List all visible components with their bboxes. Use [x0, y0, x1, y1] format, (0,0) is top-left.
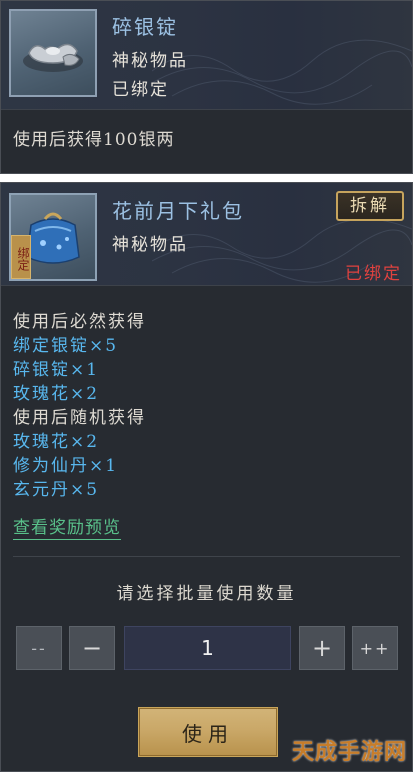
silver-ingot-icon	[23, 43, 83, 72]
item-type: 神秘物品	[112, 51, 188, 71]
item-tooltip-silver-ingot: 碎银锭 神秘物品 已绑定 使用后获得100银两	[0, 0, 413, 174]
item-bound-status: 已绑定	[112, 80, 169, 100]
batch-use-prompt: 请选择批量使用数量	[116, 584, 297, 604]
item-description: 使用后获得100银两	[13, 130, 175, 150]
decrease-1-button[interactable]: −	[69, 626, 115, 670]
reward-line: 修为仙丹×1	[13, 456, 119, 476]
reward-line: 碎银锭×1	[13, 360, 100, 380]
item-icon-frame: 绑定	[9, 193, 97, 281]
increase-1-button[interactable]: +	[299, 626, 345, 670]
reward-line: 玫瑰花×2	[13, 432, 100, 452]
reward-line: 使用后必然获得	[13, 312, 146, 332]
site-watermark: 天成手游网	[291, 740, 407, 765]
split-button[interactable]: 拆解	[336, 191, 404, 221]
reward-line: 使用后随机获得	[13, 408, 146, 428]
divider	[13, 556, 400, 557]
item-bound-status: 已绑定	[345, 264, 402, 284]
reward-preview-link[interactable]: 查看奖励预览	[13, 517, 121, 540]
reward-line: 绑定银锭×5	[13, 336, 119, 356]
item-name: 碎银锭	[112, 15, 178, 39]
decrease-10-button[interactable]: --	[16, 626, 62, 670]
item-name: 花前月下礼包	[112, 199, 244, 223]
bound-badge: 绑定	[11, 235, 31, 279]
item-type: 神秘物品	[112, 235, 188, 255]
item-tooltip-gift-pack: 绑定 花前月下礼包 神秘物品 拆解 已绑定 使用后必然获得 绑定银锭×5 碎银锭…	[0, 182, 413, 772]
item-header: 绑定 花前月下礼包 神秘物品 拆解 已绑定	[1, 183, 412, 286]
reward-line: 玫瑰花×2	[13, 384, 100, 404]
increase-10-button[interactable]: ++	[352, 626, 398, 670]
use-button[interactable]: 使用	[138, 707, 278, 757]
wave-decoration	[152, 39, 412, 105]
item-icon-frame	[9, 9, 97, 97]
reward-line: 玄元丹×5	[13, 480, 100, 500]
item-header: 碎银锭 神秘物品 已绑定	[1, 1, 412, 110]
quantity-input[interactable]: 1	[124, 626, 291, 670]
